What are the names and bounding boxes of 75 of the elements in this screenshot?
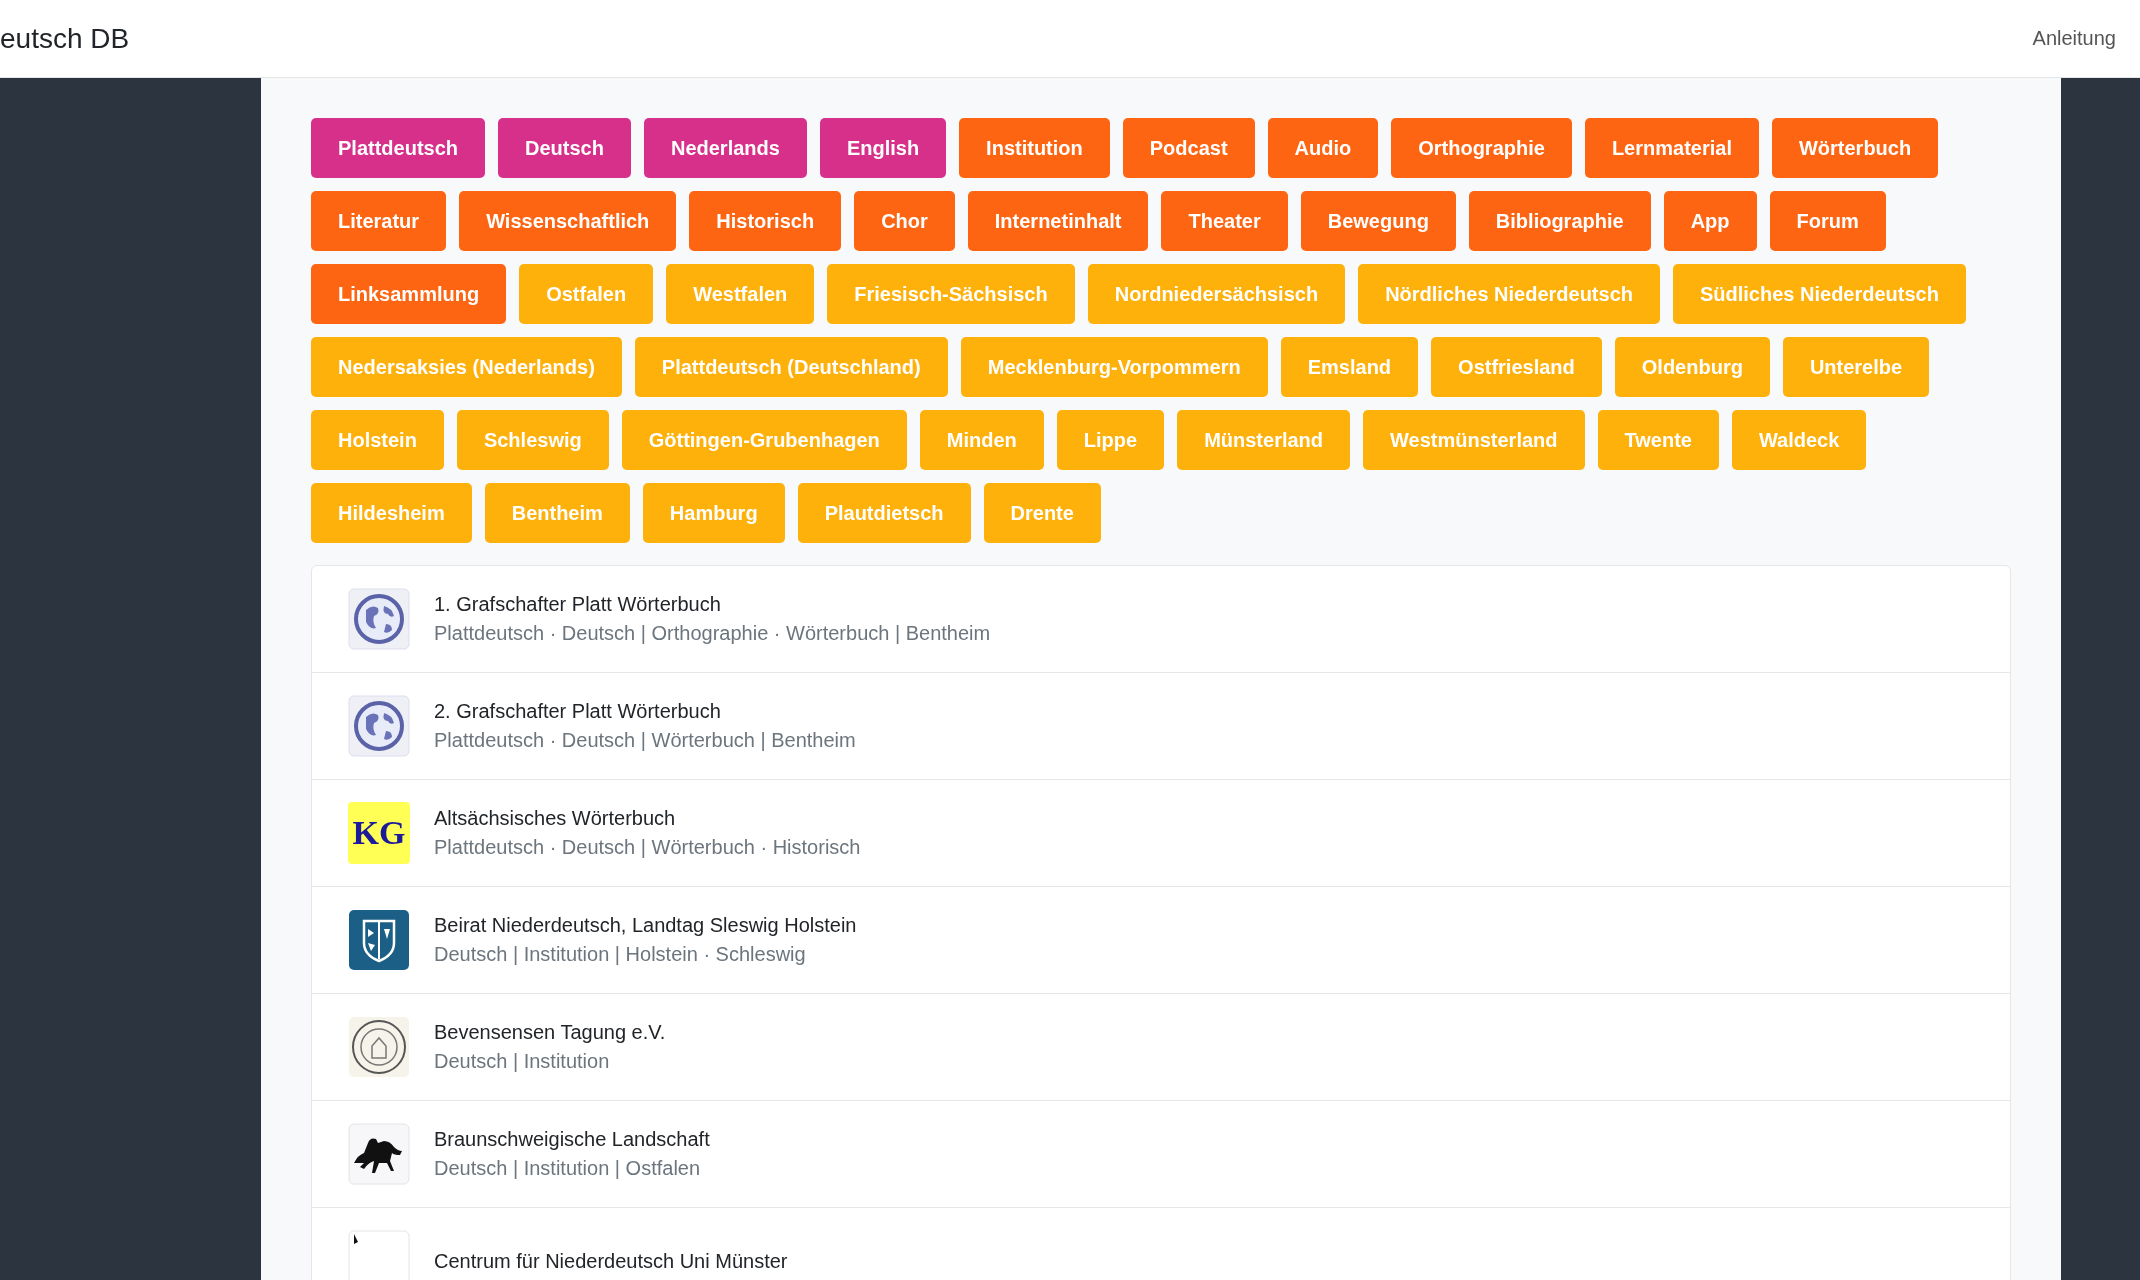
logo: KG bbox=[348, 802, 410, 864]
filter-tag[interactable]: Lippe bbox=[1056, 410, 1165, 470]
filter-tag[interactable]: Historisch bbox=[689, 191, 842, 251]
entry-title: Altsächsisches Wörterbuch bbox=[434, 807, 677, 830]
filter-tag[interactable]: Twente bbox=[1597, 410, 1719, 470]
filter-tag[interactable]: Hildesheim bbox=[311, 483, 472, 543]
filter-tag[interactable]: Plattdeutsch (Deutschland) bbox=[634, 337, 948, 397]
entry-tags: Plattdeutsch · Deutsch | Wörterbuch · Historisch bbox=[434, 836, 861, 859]
filter-tag[interactable]: Unterelbe bbox=[1782, 337, 1930, 397]
filter-tag[interactable]: Literatur bbox=[311, 191, 447, 251]
filter-tag[interactable]: Internetinhalt bbox=[967, 191, 1149, 251]
filter-tag[interactable]: Südliches Niederdeutsch bbox=[1673, 264, 1966, 324]
entry-tags: Plattdeutsch · Deutsch | Orthographie · Wörterbuch | Bentheim bbox=[434, 622, 991, 645]
filter-tag[interactable]: Wörterbuch bbox=[1771, 118, 1939, 178]
site-title: eutsch DB bbox=[0, 22, 130, 55]
filter-tag[interactable]: Oldenburg bbox=[1614, 337, 1770, 397]
entry-tags: Plattdeutsch · Deutsch | Wörterbuch | Bentheim bbox=[434, 729, 856, 752]
help-link[interactable]: Anleitung bbox=[2032, 27, 2116, 50]
filter-tag[interactable]: Holstein bbox=[311, 410, 444, 470]
filter-tag[interactable]: Deutsch bbox=[498, 118, 631, 178]
filter-tag[interactable]: Audio bbox=[1267, 118, 1379, 178]
filter-tag[interactable]: Westmünsterland bbox=[1363, 410, 1585, 470]
filter-tag[interactable]: Münsterland bbox=[1177, 410, 1351, 470]
entry-title: Centrum für Niederdeutsch Uni Münster bbox=[434, 1249, 788, 1273]
filter-tag[interactable]: Plautdietsch bbox=[797, 483, 971, 543]
filter-tag[interactable]: Bentheim bbox=[484, 483, 630, 543]
list-item[interactable]: KG Altsächsisches Wörterbuch Plattdeutsch · Deutsch | Wörterbuch · Historisch bbox=[312, 780, 2010, 887]
list-item[interactable]: Beirat Niederdeutsch, Landtag Sleswig Holstein Deutsch | Institution | Holstein · Schleswig bbox=[312, 887, 2010, 994]
list-item[interactable]: Bevensensen Tagung e.V. Deutsch | Institution bbox=[312, 994, 2010, 1101]
filter-tag[interactable]: Drente bbox=[983, 483, 1101, 543]
filter-tag[interactable]: Hamburg bbox=[642, 483, 785, 543]
entry-tags: Deutsch | Institution | Holstein · Schleswig bbox=[434, 943, 857, 966]
filter-tag[interactable]: Waldeck bbox=[1731, 410, 1867, 470]
filter-tag[interactable]: Podcast bbox=[1122, 118, 1255, 178]
list-item[interactable]: Centrum für Niederdeutsch Uni Münster bbox=[312, 1208, 2010, 1280]
filter-tag[interactable]: Nedersaksies (Nederlands) bbox=[311, 337, 622, 397]
globe-icon bbox=[348, 695, 410, 757]
entry-title: Bevensensen Tagung e.V. bbox=[434, 1021, 666, 1044]
filter-tag[interactable]: Bibliographie bbox=[1468, 191, 1651, 251]
filter-tag[interactable]: Plattdeutsch bbox=[311, 118, 486, 178]
list-item[interactable]: 1. Grafschafter Platt Wörterbuch Plattdeutsch · Deutsch | Orthographie · Wörterbuch | Bentheim bbox=[312, 566, 2010, 673]
filter-tag[interactable]: Göttingen-Grubenhagen bbox=[621, 410, 907, 470]
filter-tag[interactable]: App bbox=[1663, 191, 1757, 251]
filter-tag[interactable]: Institution bbox=[959, 118, 1110, 178]
filter-tag[interactable]: Nördliches Niederdeutsch bbox=[1358, 264, 1660, 324]
seal-icon bbox=[348, 1016, 410, 1078]
filter-tag[interactable]: Nordniedersächsisch bbox=[1087, 264, 1346, 324]
entry-tags: Deutsch | Institution | Ostfalen bbox=[434, 1157, 710, 1180]
globe-icon bbox=[348, 588, 410, 650]
filter-tag[interactable]: Nederlands bbox=[643, 118, 807, 178]
filter-tag[interactable]: Bewegung bbox=[1300, 191, 1456, 251]
entry-title: Braunschweigische Landschaft bbox=[434, 1128, 710, 1151]
filter-tag[interactable]: Orthographie bbox=[1391, 118, 1572, 178]
filter-tag[interactable]: Friesisch-Sächsisch bbox=[827, 264, 1075, 324]
entry-title: 1. Grafschafter Platt Wörterbuch bbox=[434, 593, 722, 616]
filter-tag[interactable]: Lernmaterial bbox=[1584, 118, 1759, 178]
filter-tag[interactable]: Ostfalen bbox=[519, 264, 654, 324]
filter-tag[interactable]: Forum bbox=[1769, 191, 1886, 251]
filter-tag[interactable]: Minden bbox=[919, 410, 1044, 470]
filter-tag[interactable]: Mecklenburg-Vorpommern bbox=[960, 337, 1268, 397]
entry-title: 2. Grafschafter Platt Wörterbuch bbox=[434, 700, 722, 723]
filter-tag[interactable]: English bbox=[819, 118, 947, 178]
entry-title: Beirat Niederdeutsch, Landtag Sleswig Holstein bbox=[434, 914, 857, 937]
filter-tag[interactable]: Chor bbox=[854, 191, 955, 251]
filter-tag[interactable]: Schleswig bbox=[456, 410, 609, 470]
entry-tags: Deutsch | Institution bbox=[434, 1050, 666, 1073]
list-item[interactable]: 2. Grafschafter Platt Wörterbuch Plattdeutsch · Deutsch | Wörterbuch | Bentheim bbox=[312, 673, 2010, 780]
list-item[interactable]: Braunschweigische Landschaft Deutsch | Institution | Ostfalen bbox=[312, 1101, 2010, 1208]
filter-tag[interactable]: Linksammlung bbox=[311, 264, 507, 324]
filter-tag[interactable]: Westfalen bbox=[666, 264, 815, 324]
filter-tag[interactable]: Emsland bbox=[1280, 337, 1419, 397]
filter-tag[interactable]: Wissenschaftlich bbox=[459, 191, 677, 251]
coat-of-arms-icon bbox=[348, 909, 410, 971]
filter-tag[interactable]: Ostfriesland bbox=[1431, 337, 1602, 397]
filter-tag[interactable]: Theater bbox=[1161, 191, 1288, 251]
